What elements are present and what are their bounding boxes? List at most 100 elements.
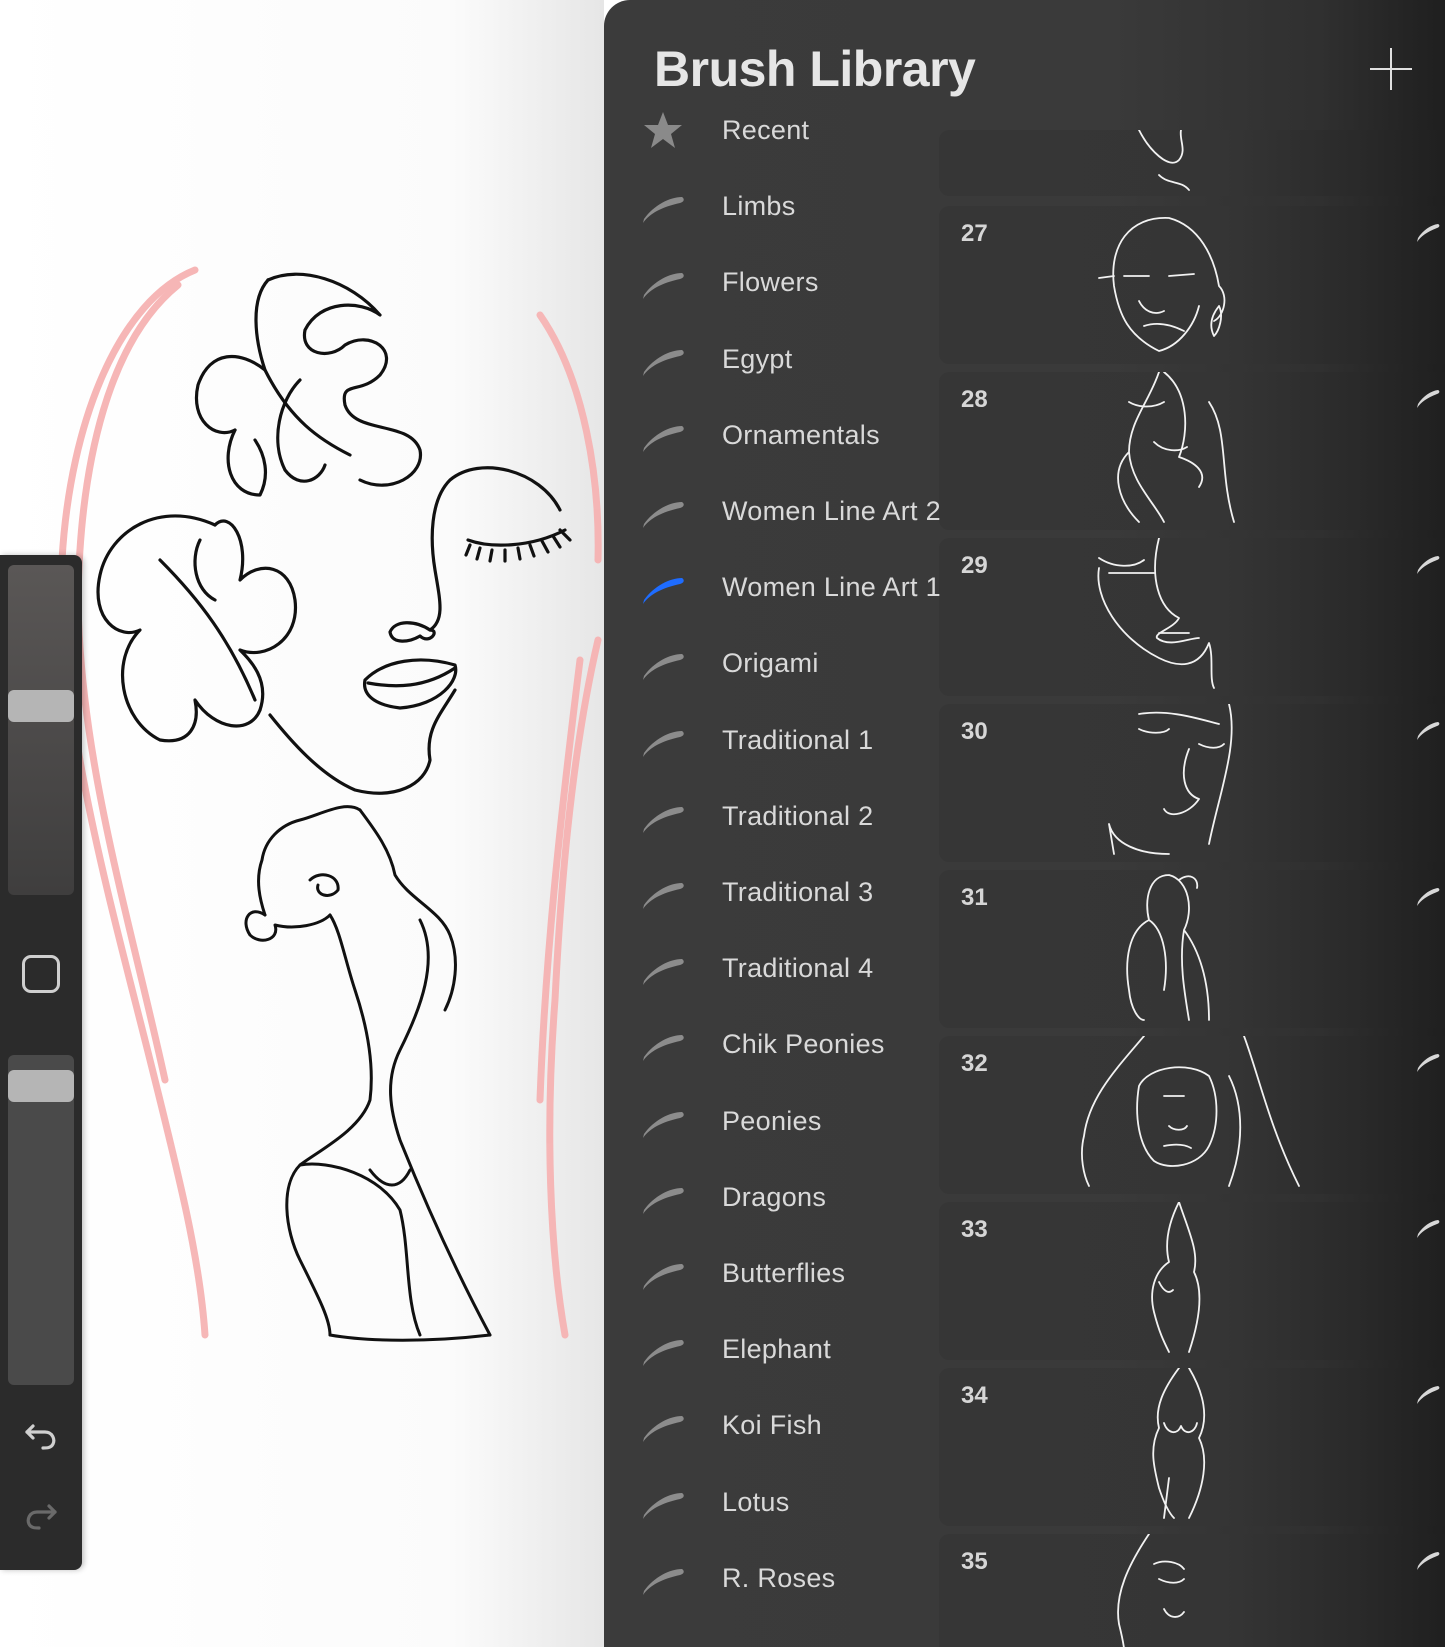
brush-set-label: Traditional 2 <box>722 800 874 831</box>
brush-stroke-icon <box>643 1187 684 1214</box>
brush-number: 28 <box>961 386 988 413</box>
brush-stroke-icon <box>643 502 684 528</box>
brush-set-label: Women Line Art 1 <box>722 572 941 603</box>
brush-stroke-icon <box>643 273 684 300</box>
drawing-canvas[interactable] <box>0 0 604 1647</box>
line-art-drawing <box>58 266 602 1342</box>
face-line-art-preview <box>1081 1036 1300 1187</box>
face-line-art-preview <box>1098 217 1226 352</box>
brush-set-item[interactable]: Flowers <box>604 247 934 317</box>
redo-button[interactable] <box>20 1495 62 1537</box>
brush-set-label: Dragons <box>722 1181 827 1212</box>
brush-stroke-icon <box>643 1568 684 1595</box>
brush-set-label: Ornamentals <box>722 419 880 450</box>
brush-number: 27 <box>961 220 988 247</box>
undo-button[interactable] <box>20 1415 62 1457</box>
brush-set-item[interactable]: Elephant <box>604 1314 934 1384</box>
brush-item[interactable]: 33 <box>939 1202 1445 1360</box>
brush-stroke-icon <box>643 197 684 224</box>
brush-library-panel: Brush Library 27 28 29 30 31 32 33 34 35 Recent L… <box>604 0 1445 1647</box>
brush-item[interactable]: 30 <box>939 704 1445 862</box>
brush-set-label: R. Roses <box>722 1562 836 1593</box>
brush-set-label: Traditional 4 <box>722 953 874 984</box>
brush-item[interactable]: 35 <box>939 1534 1445 1647</box>
face-line-art-preview <box>1117 1534 1185 1647</box>
face-line-art-preview <box>1117 372 1235 523</box>
brush-stroke-icon <box>1417 1054 1440 1072</box>
brush-set-item[interactable]: Traditional 2 <box>604 781 934 851</box>
brush-set-label: Origami <box>722 648 819 679</box>
brush-set-label: Egypt <box>722 343 793 374</box>
brush-item[interactable]: 34 <box>939 1368 1445 1526</box>
brush-stroke-icon <box>643 806 684 833</box>
brush-set-item[interactable]: Peonies <box>604 1086 934 1156</box>
brush-opacity-slider-knob[interactable] <box>8 1069 74 1102</box>
brush-item[interactable]: 32 <box>939 1036 1445 1194</box>
brush-set-item[interactable]: Koi Fish <box>604 1390 934 1460</box>
left-sidebar <box>0 555 82 1570</box>
brush-stroke-icon <box>643 654 684 681</box>
brush-stroke-icon <box>1417 722 1440 740</box>
face-line-art-preview <box>1097 538 1215 689</box>
brush-number: 33 <box>961 1216 988 1243</box>
brush-number: 32 <box>961 1050 988 1077</box>
brush-number: 29 <box>961 552 988 579</box>
brush-set-item[interactable]: R. Roses <box>604 1543 934 1613</box>
brush-set-item[interactable]: Recent <box>604 95 934 165</box>
brush-set-item[interactable]: Traditional 3 <box>604 857 934 927</box>
star-icon <box>644 112 682 148</box>
brush-set-item[interactable]: Traditional 4 <box>604 933 934 1003</box>
face-line-art-preview <box>1138 130 1190 191</box>
brush-number: 31 <box>961 884 988 911</box>
brush-item[interactable]: 31 <box>939 870 1445 1028</box>
brush-stroke-icon <box>643 1340 684 1367</box>
brush-set-item[interactable]: Ornamentals <box>604 400 934 470</box>
brush-number: 35 <box>961 1548 988 1575</box>
brush-stroke-icon <box>1417 888 1440 906</box>
brush-set-label: Recent <box>722 115 810 145</box>
brush-item[interactable] <box>939 130 1445 196</box>
brush-opacity-slider[interactable] <box>8 1055 74 1385</box>
brush-item[interactable]: 29 <box>939 538 1445 696</box>
brush-set-label: Peonies <box>722 1105 822 1136</box>
brush-stroke-icon <box>643 1264 684 1290</box>
brush-set-item[interactable]: Butterflies <box>604 1238 934 1308</box>
brush-stroke-icon <box>643 1111 684 1138</box>
undo-arrow-icon <box>25 1424 56 1450</box>
brush-size-slider[interactable] <box>8 565 74 895</box>
brush-item[interactable]: 27 <box>939 206 1445 364</box>
brush-stroke-icon <box>1417 1220 1440 1238</box>
brush-set-label: Koi Fish <box>722 1410 822 1441</box>
brush-set-label: Women Line Art 2 <box>722 496 941 526</box>
brush-set-item[interactable]: Women Line Art 1 <box>604 552 941 622</box>
brush-number: 30 <box>961 718 988 745</box>
figure-line-art-preview <box>1151 1202 1201 1353</box>
redo-arrow-icon <box>26 1504 57 1530</box>
brush-set-label: Chik Peonies <box>722 1029 885 1060</box>
brush-stroke-icon <box>1417 1386 1440 1404</box>
add-brush-set-button[interactable] <box>1370 48 1412 90</box>
brush-set-label: Lotus <box>722 1486 790 1517</box>
brush-set-item[interactable]: Chik Peonies <box>604 1009 934 1079</box>
brush-set-item[interactable]: Origami <box>604 628 934 698</box>
brush-set-item[interactable]: Lotus <box>604 1467 934 1537</box>
brush-stroke-icon <box>1417 390 1440 408</box>
modify-button[interactable] <box>22 955 60 993</box>
brush-set-label: Limbs <box>722 191 796 222</box>
brush-size-slider-knob[interactable] <box>8 690 74 723</box>
brush-set-item[interactable]: Traditional 1 <box>604 705 934 775</box>
brush-number: 34 <box>961 1382 988 1409</box>
brush-set-item[interactable]: Women Line Art 2 <box>604 476 941 546</box>
brush-set-item[interactable]: Egypt <box>604 324 934 394</box>
brush-stroke-icon <box>643 1492 684 1519</box>
brush-set-label: Butterflies <box>722 1258 846 1288</box>
brush-set-label: Elephant <box>722 1334 831 1365</box>
brush-stroke-icon <box>643 959 684 986</box>
brush-set-item[interactable]: Limbs <box>604 171 934 241</box>
brush-item[interactable]: 28 <box>939 372 1445 530</box>
panel-title: Brush Library <box>654 41 976 97</box>
brush-stroke-icon <box>1417 224 1440 242</box>
face-line-art-preview <box>1108 704 1233 855</box>
brush-set-item[interactable]: Dragons <box>604 1162 934 1232</box>
brush-set-label: Flowers <box>722 267 819 298</box>
